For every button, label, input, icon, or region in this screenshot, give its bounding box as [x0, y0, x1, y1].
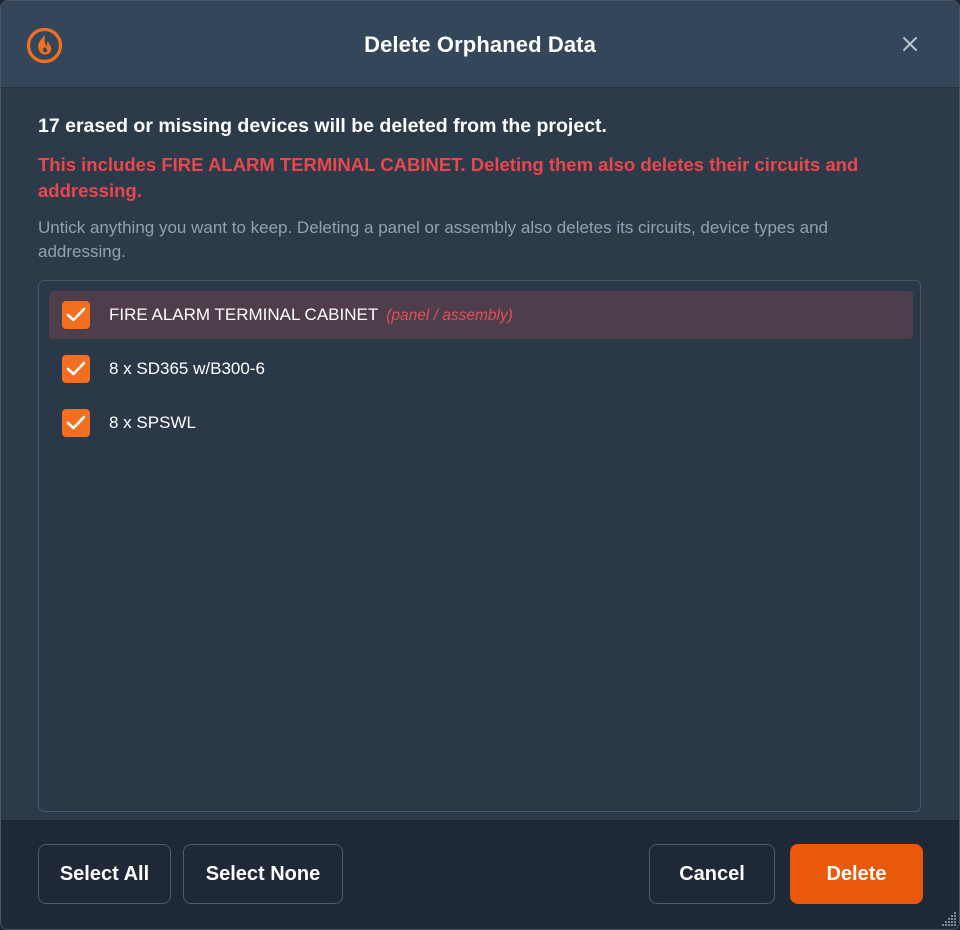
dialog-footer: Select All Select None Cancel Delete	[1, 820, 959, 929]
select-all-button[interactable]: Select All	[38, 844, 171, 904]
cancel-button[interactable]: Cancel	[649, 844, 775, 904]
item-checkbox[interactable]	[62, 409, 90, 437]
dialog-title: Delete Orphaned Data	[364, 32, 596, 57]
dialog-content: 17 erased or missing devices will be del…	[1, 88, 959, 819]
item-name: FIRE ALARM TERMINAL CABINET	[109, 305, 379, 324]
list-item-sd365[interactable]: 8 x SD365 w/B300-6	[49, 345, 913, 393]
item-checkbox[interactable]	[62, 301, 90, 329]
list-item-label: 8 x SPSWL	[109, 413, 196, 432]
warning-message: This includes FIRE ALARM TERMINAL CABINE…	[38, 154, 859, 201]
hint-text: Untick anything you want to keep. Deleti…	[38, 218, 828, 261]
item-type-tag: (panel / assembly)	[386, 307, 513, 324]
delete-orphaned-data-dialog: Delete Orphaned Data 17 erased or missin…	[0, 0, 960, 930]
list-item-label: 8 x SD365 w/B300-6	[109, 359, 265, 378]
item-checkbox[interactable]	[62, 355, 90, 383]
list-item-label: FIRE ALARM TERMINAL CABINET (panel / asse…	[109, 305, 513, 325]
select-none-button[interactable]: Select None	[183, 844, 343, 904]
summary-headline: 17 erased or missing devices will be del…	[38, 115, 607, 137]
list-item-spswl[interactable]: 8 x SPSWL	[49, 399, 913, 447]
checkmark-icon	[66, 415, 86, 430]
close-icon[interactable]	[897, 31, 923, 57]
resize-grip-icon[interactable]	[941, 911, 957, 927]
delete-button[interactable]: Delete	[790, 844, 923, 904]
dialog-titlebar: Delete Orphaned Data	[1, 1, 959, 88]
checkmark-icon	[66, 361, 86, 376]
orphaned-items-list[interactable]: FIRE ALARM TERMINAL CABINET (panel / asse…	[38, 280, 921, 812]
checkmark-icon	[66, 307, 86, 322]
close-button[interactable]	[897, 31, 923, 57]
list-item-fire-alarm-terminal-cabinet[interactable]: FIRE ALARM TERMINAL CABINET (panel / asse…	[49, 291, 913, 339]
